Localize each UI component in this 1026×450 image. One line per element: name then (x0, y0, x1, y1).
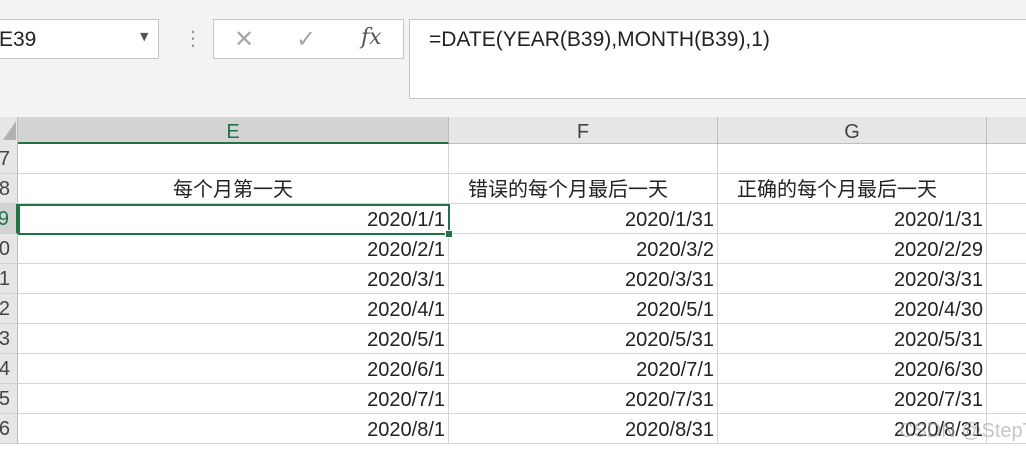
cell-f42[interactable]: 2020/5/1 (449, 294, 718, 324)
cell-f45[interactable]: 2020/7/31 (449, 384, 718, 414)
cell-f44[interactable]: 2020/7/1 (449, 354, 718, 384)
cell-f40[interactable]: 2020/3/2 (449, 234, 718, 264)
cell-g38[interactable]: 正确的每个月最后一天 (718, 174, 987, 204)
name-box-value[interactable]: E39 (0, 28, 36, 52)
row-number: 9 (0, 204, 9, 233)
row-header[interactable]: 6 (0, 414, 18, 444)
row-header[interactable]: 7 (0, 144, 18, 174)
cell-g37[interactable] (718, 144, 987, 174)
cell-e38[interactable]: 每个月第一天 (18, 174, 449, 204)
cell-g39[interactable]: 2020/1/31 (718, 204, 987, 234)
row-header[interactable]: 5 (0, 384, 18, 414)
cell-e37[interactable] (18, 144, 449, 174)
cell-empty[interactable] (987, 294, 1026, 324)
column-header-g[interactable]: G (718, 117, 987, 144)
formula-bar[interactable]: =DATE(YEAR(B39),MONTH(B39),1) (409, 19, 1026, 99)
cell-empty[interactable] (987, 174, 1026, 204)
row-header[interactable]: 8 (0, 174, 18, 204)
cell-g44[interactable]: 2020/6/30 (718, 354, 987, 384)
cell-empty[interactable] (987, 144, 1026, 174)
row-number: 7 (0, 144, 10, 173)
enter-icon[interactable]: ✓ (296, 25, 316, 54)
cell-f41[interactable]: 2020/3/31 (449, 264, 718, 294)
cell-e44[interactable]: 2020/6/1 (18, 354, 449, 384)
select-all-triangle-icon[interactable] (3, 121, 16, 140)
cell-f43[interactable]: 2020/5/31 (449, 324, 718, 354)
formula-text[interactable]: =DATE(YEAR(B39),MONTH(B39),1) (429, 28, 770, 52)
more-options-icon[interactable]: ⋮ (183, 28, 203, 48)
column-header-f[interactable]: F (449, 117, 718, 144)
cell-e45[interactable]: 2020/7/1 (18, 384, 449, 414)
cell-empty[interactable] (987, 384, 1026, 414)
formula-buttons: ✕ ✓ fx (213, 19, 404, 59)
cell-e41[interactable]: 2020/3/1 (18, 264, 449, 294)
cell-f46[interactable]: 2020/8/31 (449, 414, 718, 444)
cell-f39[interactable]: 2020/1/31 (449, 204, 718, 234)
cell-f38[interactable]: 错误的每个月最后一天 (449, 174, 718, 204)
fill-handle[interactable] (445, 230, 453, 238)
name-box-dropdown-icon[interactable]: ▼ (140, 30, 148, 43)
cell-e46[interactable]: 2020/8/1 (18, 414, 449, 444)
cell-g42[interactable]: 2020/4/30 (718, 294, 987, 324)
row-header[interactable]: 4 (0, 354, 18, 384)
row-header[interactable]: 3 (0, 324, 18, 354)
cell-e43[interactable]: 2020/5/1 (18, 324, 449, 354)
cell-e42[interactable]: 2020/4/1 (18, 294, 449, 324)
row-number: 2 (0, 294, 10, 323)
row-number: 8 (0, 174, 10, 203)
row-number: 3 (0, 324, 10, 353)
cell-empty[interactable] (987, 324, 1026, 354)
cancel-icon[interactable]: ✕ (234, 25, 254, 54)
cell-empty[interactable] (987, 234, 1026, 264)
cell-empty[interactable] (987, 354, 1026, 384)
row-header[interactable]: 1 (0, 264, 18, 294)
name-box[interactable]: E39 ▼ (0, 19, 159, 59)
row-number: 6 (0, 414, 10, 443)
cell-empty[interactable] (987, 204, 1026, 234)
row-header[interactable]: 0 (0, 234, 18, 264)
column-header-next[interactable] (987, 117, 1026, 144)
row-number: 0 (0, 234, 10, 263)
cell-g43[interactable]: 2020/5/31 (718, 324, 987, 354)
cell-g45[interactable]: 2020/7/31 (718, 384, 987, 414)
cell-g41[interactable]: 2020/3/31 (718, 264, 987, 294)
insert-function-icon[interactable]: fx (361, 25, 382, 51)
cell-f37[interactable] (449, 144, 718, 174)
row-number: 4 (0, 354, 10, 383)
cell-empty[interactable] (987, 264, 1026, 294)
row-number: 1 (0, 264, 10, 293)
row-number: 5 (0, 384, 10, 413)
watermark: CSDN @StepTV (899, 420, 1026, 442)
column-header-e[interactable]: E (18, 117, 449, 144)
row-header[interactable]: 2 (0, 294, 18, 324)
cell-e40[interactable]: 2020/2/1 (18, 234, 449, 264)
cell-e39[interactable]: 2020/1/1 (18, 204, 449, 234)
cell-g40[interactable]: 2020/2/29 (718, 234, 987, 264)
row-header[interactable]: 9 (0, 204, 18, 234)
